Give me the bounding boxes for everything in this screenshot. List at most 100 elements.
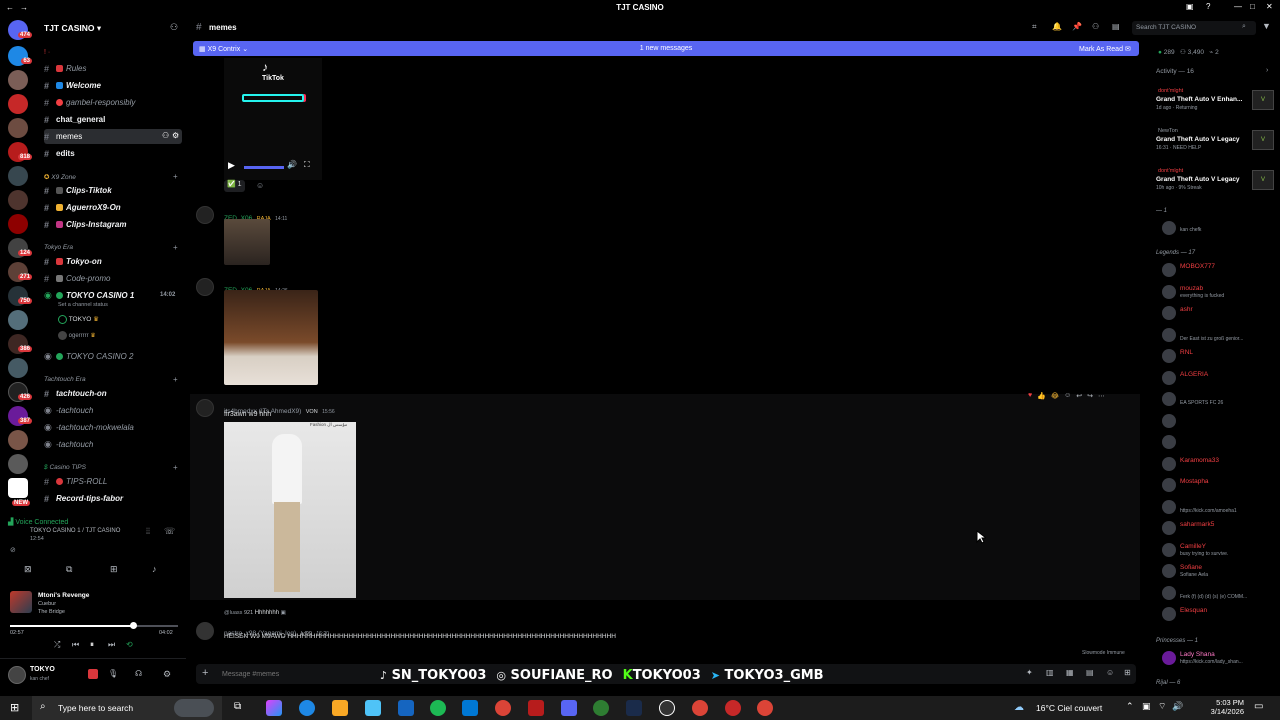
member-item[interactable]: ALGERIA xyxy=(1154,368,1278,388)
edge-icon[interactable] xyxy=(299,700,315,716)
screen-share-icon[interactable]: ⧉ xyxy=(66,564,72,575)
reaction-checkmark[interactable]: ✅ 1 xyxy=(224,180,245,192)
weather-text[interactable]: 16°C Ciel couvert xyxy=(1036,703,1102,713)
add-channel-icon[interactable]: + xyxy=(173,463,178,472)
add-reaction-icon[interactable]: ☺ xyxy=(256,181,264,190)
member-list-icon[interactable]: ⚇ xyxy=(1092,22,1099,31)
voice-connected-status[interactable]: ▟ Voice Connected xyxy=(8,518,68,526)
channel-record-tips[interactable]: # Record-tips-fabor xyxy=(44,491,182,506)
pause-icon[interactable]: ⏸ xyxy=(90,640,94,650)
headphones-icon[interactable]: ☊ xyxy=(135,669,142,678)
member-item[interactable]: ashr xyxy=(1154,303,1278,323)
gift-icon[interactable] xyxy=(88,669,98,679)
server-icon[interactable] xyxy=(8,94,28,114)
threads-icon[interactable]: ⌗ xyxy=(1032,22,1037,32)
laugh-reaction-icon[interactable]: 😂 xyxy=(1051,392,1059,404)
next-track-icon[interactable]: ⏭ xyxy=(108,640,115,650)
server-icon[interactable] xyxy=(8,358,28,378)
mail-icon[interactable] xyxy=(462,700,478,716)
sticker-icon[interactable]: ▤ xyxy=(1086,668,1094,677)
member-item[interactable]: mouzab everything is fucked xyxy=(1154,282,1278,302)
noise-suppression-icon[interactable]: ⦙⦙ xyxy=(146,526,150,537)
windows-start-icon[interactable]: ⊞ xyxy=(10,701,19,714)
meme-image[interactable] xyxy=(224,290,318,385)
channel-tachtouch-on[interactable]: # tachtouch-on xyxy=(44,386,182,401)
disconnect-icon[interactable]: ☏ xyxy=(164,526,175,537)
channel-welcome[interactable]: # Welcome xyxy=(44,78,182,93)
member-item[interactable]: EA SPORTS FC 26 xyxy=(1154,389,1278,409)
pin-icon[interactable]: 📌 xyxy=(1072,22,1082,31)
chrome-icon[interactable] xyxy=(495,700,511,716)
channel-tachtouch-2[interactable]: ◉ -tachtouch xyxy=(44,437,182,452)
chrome-icon[interactable] xyxy=(692,700,708,716)
category-x9-zone[interactable]: ✪ X9 Zone xyxy=(44,173,76,181)
track-progress-knob[interactable] xyxy=(129,622,137,629)
channel-chat-general[interactable]: # chat_general xyxy=(44,112,182,127)
category-tachtouch-era[interactable]: Tachtouch Era xyxy=(44,376,86,383)
member-item[interactable]: Sofiane Sofiane Aela xyxy=(1154,561,1278,581)
server-icon[interactable] xyxy=(8,454,28,474)
message-input[interactable] xyxy=(222,667,382,681)
thumbs-up-reaction-icon[interactable]: 👍 xyxy=(1037,392,1046,404)
channel-tokyo-on[interactable]: # Tokyo-on xyxy=(44,254,182,269)
server-icon[interactable] xyxy=(8,310,28,330)
channel-clips-tiktok[interactable]: # Clips-Tiktok xyxy=(44,183,182,198)
add-channel-icon[interactable]: + xyxy=(173,375,178,384)
heart-reaction-icon[interactable]: ♥ xyxy=(1028,392,1032,404)
inbox-icon[interactable]: ▤ xyxy=(1112,22,1120,31)
member-item[interactable]: kan chefk xyxy=(1154,218,1278,238)
taskbar-search-box[interactable]: ⌕ Type here to search xyxy=(32,696,222,720)
channel-clips-instagram[interactable]: # Clips-Instagram xyxy=(44,217,182,232)
back-arrow-icon[interactable]: ← xyxy=(6,3,14,12)
file-explorer-icon[interactable] xyxy=(332,700,348,716)
member-item[interactable]: Mostapha xyxy=(1154,475,1278,495)
soundboard-icon[interactable]: ♪ xyxy=(152,564,157,574)
activities-icon[interactable]: ⊞ xyxy=(110,564,118,575)
more-options-icon[interactable]: ⋯ xyxy=(1098,392,1105,404)
camera-off-icon[interactable]: ⊘ xyxy=(10,546,16,554)
copilot-icon[interactable] xyxy=(266,700,282,716)
avatar[interactable] xyxy=(196,399,214,417)
mark-as-read-button[interactable]: Mark As Read ✉ xyxy=(1079,45,1131,53)
member-item[interactable]: Ferk (f) (d) (d) (s) (e) COMM... xyxy=(1154,583,1278,603)
member-item[interactable]: Der East ist zu groß genior... xyxy=(1154,325,1278,345)
camera-toggle-icon[interactable]: ⊠ xyxy=(24,564,32,575)
member-item[interactable] xyxy=(1154,432,1278,452)
tiktok-video-embed[interactable]: ♪ TikTok ▶ 🔊 ⛶ xyxy=(224,58,322,180)
avatar[interactable] xyxy=(196,206,214,224)
inbox-icon[interactable]: ▼ xyxy=(1262,21,1271,31)
shuffle-icon[interactable]: ⤮ xyxy=(54,640,60,650)
tray-chevron-icon[interactable]: ⌃ xyxy=(1126,701,1134,712)
app-icon[interactable] xyxy=(725,700,741,716)
member-item[interactable]: CamilleY busy trying to survive. xyxy=(1154,540,1278,560)
channel-code-promo[interactable]: # Code-promo xyxy=(44,271,182,286)
user-name[interactable]: TOKYO xyxy=(30,666,55,673)
tray-app-icon[interactable]: ▣ xyxy=(1142,701,1151,712)
channel-tachtouch-mokwelala[interactable]: ◉ -tachtouch-mokwelala xyxy=(44,420,182,435)
activity-card[interactable]: dont'mlght Grand Theft Auto V Legacy 10h… xyxy=(1154,168,1278,196)
new-messages-bar[interactable]: ▦ X9 Contrix ⌄ 1 new messages Mark As Re… xyxy=(193,41,1139,56)
volume-icon[interactable]: 🔊 xyxy=(287,160,297,169)
add-friend-icon[interactable]: ⚇ xyxy=(170,22,178,33)
chevron-right-icon[interactable]: › xyxy=(1266,67,1268,74)
channel-edits[interactable]: # edits xyxy=(44,146,182,161)
attach-plus-icon[interactable]: + xyxy=(202,667,208,679)
server-icon[interactable] xyxy=(8,214,28,234)
voice-user-oger[interactable]: ogerrrrr ♛ xyxy=(58,331,96,340)
fullscreen-icon[interactable]: ⛶ xyxy=(304,160,310,170)
channel-tips-roll[interactable]: # TIPS-ROLL xyxy=(44,474,182,489)
channel-tachtouch[interactable]: ◉ -tachtouch xyxy=(44,403,182,418)
discord-icon[interactable] xyxy=(561,700,577,716)
repeat-icon[interactable]: ⟲ xyxy=(126,640,133,649)
category-casino-tips[interactable]: $ Casino TIPS xyxy=(44,464,86,471)
add-member-icon[interactable]: ⚇ xyxy=(162,131,169,140)
user-settings-icon[interactable]: ⚙ xyxy=(163,669,171,680)
previous-track-icon[interactable]: ⏮ xyxy=(72,640,79,650)
voice-channel-tokyo-casino-2[interactable]: ◉ TOKYO CASINO 2 xyxy=(44,349,182,364)
server-name[interactable]: TJT CASINO ▾ xyxy=(44,23,101,34)
server-icon[interactable] xyxy=(8,70,28,90)
set-status-text[interactable]: Set a channel status xyxy=(58,302,108,308)
search-box[interactable]: Search TJT CASINO ⌕ xyxy=(1132,21,1256,35)
reply-icon[interactable]: ↩ xyxy=(1076,392,1082,404)
add-reaction-icon[interactable]: ☺ xyxy=(1064,392,1071,404)
